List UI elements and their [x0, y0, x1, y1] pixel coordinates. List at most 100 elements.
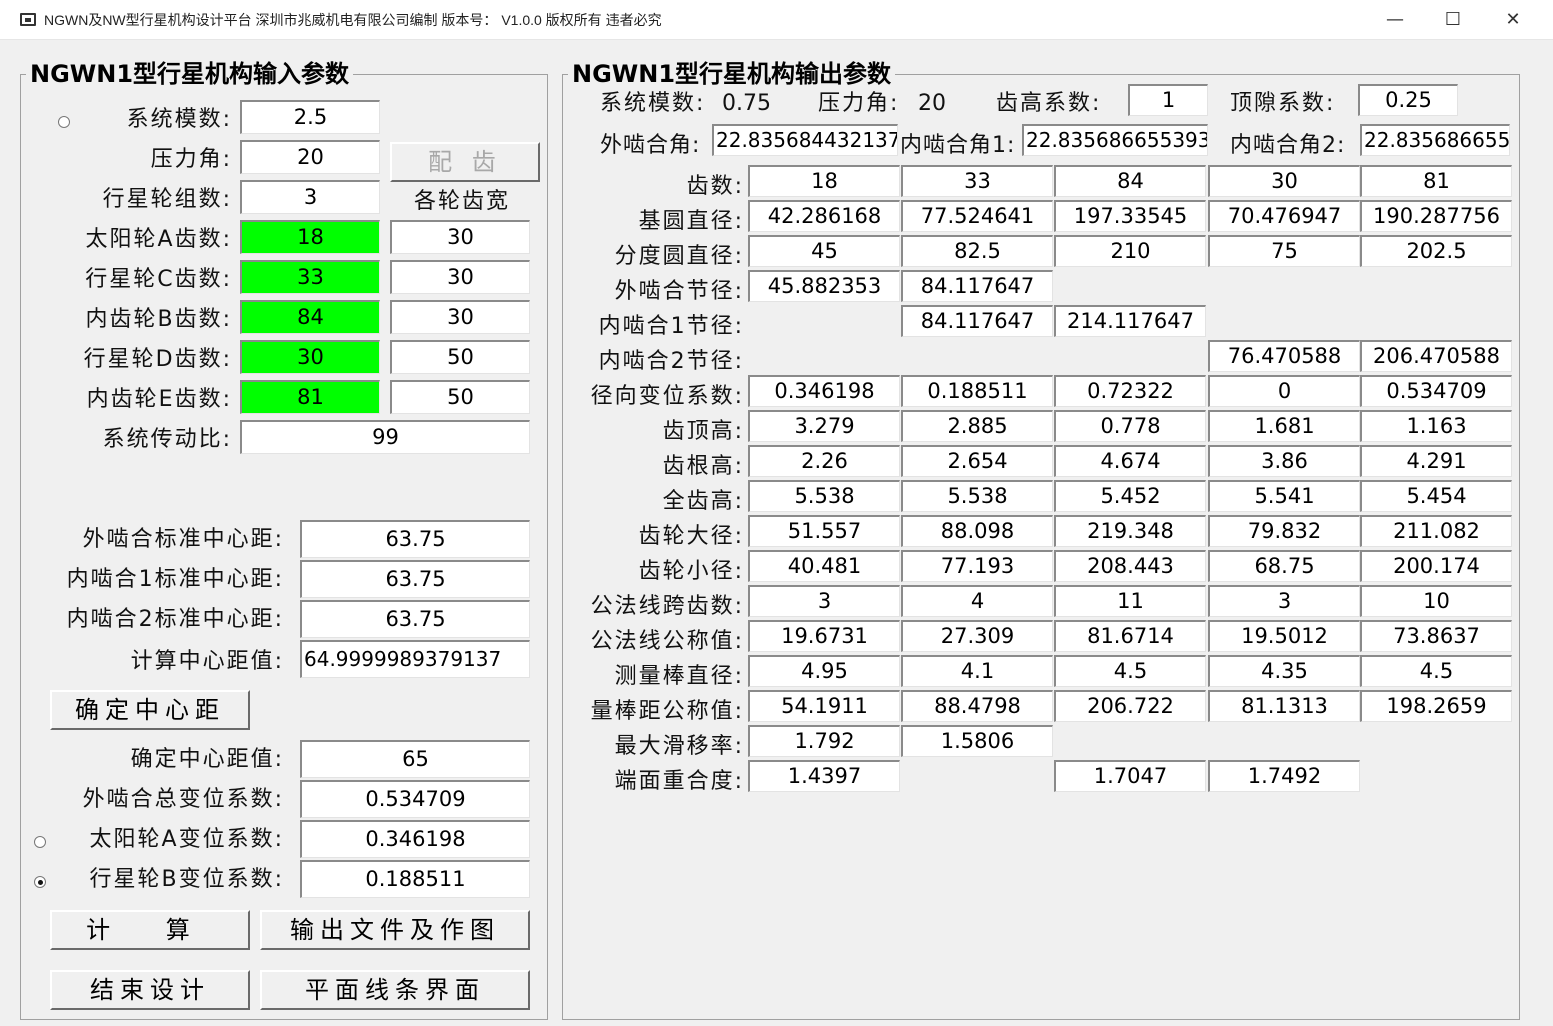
planet-shift-radio[interactable] [34, 876, 46, 888]
output-cell: 210 [1054, 235, 1206, 267]
output-cell [748, 305, 900, 337]
fixed-center-distance-input[interactable]: 65 [300, 740, 530, 778]
output-cell: 5.454 [1360, 480, 1512, 512]
output-cell: 4.5 [1054, 655, 1206, 687]
output-cell: 198.2659 [1360, 690, 1512, 722]
pressure-angle-input[interactable]: 20 [240, 140, 380, 174]
ring-gear-e-width-input[interactable]: 50 [390, 380, 530, 414]
output-cell: 70.476947 [1208, 200, 1360, 232]
sun-shift-input[interactable]: 0.346198 [300, 820, 530, 858]
confirm-center-distance-button[interactable]: 确定中心距 [50, 690, 250, 730]
ring-gear-b-teeth-input[interactable]: 84 [240, 300, 380, 334]
int2-mesh-angle-label: 内啮合角2: [1230, 133, 1346, 158]
calc-center-distance-label: 计算中心距值: [130, 649, 284, 674]
pressure-angle-label: 压力角: [150, 147, 232, 172]
output-cell: 54.1911 [748, 690, 900, 722]
planet-sets-label: 行星轮组数: [102, 187, 232, 212]
clearance-coef-input[interactable]: 0.25 [1358, 84, 1458, 116]
output-row-label: 量棒距公称值: [590, 699, 744, 724]
output-file-plot-button[interactable]: 输出文件及作图 [260, 910, 530, 950]
int2-mesh-angle-output: 22.835686655 [1360, 124, 1510, 156]
ring-gear-e-teeth-input[interactable]: 81 [240, 380, 380, 414]
output-cell [1360, 725, 1512, 757]
output-cell [1054, 340, 1206, 372]
addendum-coef-label: 齿高系数: [996, 91, 1102, 116]
output-cell: 1.163 [1360, 410, 1512, 442]
output-cell: 45 [748, 235, 900, 267]
clearance-coef-label: 顶隙系数: [1230, 91, 1336, 116]
output-row-label: 端面重合度: [614, 769, 744, 794]
output-cell: 4 [901, 585, 1053, 617]
output-cell: 0.534709 [1360, 375, 1512, 407]
output-row-label: 公法线公称值: [590, 629, 744, 654]
sun-gear-a-teeth-input[interactable]: 18 [240, 220, 380, 254]
int2-center-distance-label: 内啮合2标准中心距: [66, 607, 284, 632]
planet-gear-d-width-input[interactable]: 50 [390, 340, 530, 374]
plane-line-interface-button[interactable]: 平面线条界面 [260, 970, 530, 1010]
output-cell: 10 [1360, 585, 1512, 617]
output-module-label: 系统模数: [600, 91, 706, 116]
ring-gear-e-label: 内齿轮E齿数: [86, 387, 232, 412]
ext-center-distance-output: 63.75 [300, 520, 530, 558]
planet-gear-c-teeth-input[interactable]: 33 [240, 260, 380, 294]
output-cell: 4.35 [1208, 655, 1360, 687]
output-row-label: 齿根高: [662, 454, 744, 479]
output-cell: 81.1313 [1208, 690, 1360, 722]
output-cell: 4.1 [901, 655, 1053, 687]
output-cell: 2.654 [901, 445, 1053, 477]
output-cell: 0 [1208, 375, 1360, 407]
output-cell: 4.5 [1360, 655, 1512, 687]
output-cell: 81.6714 [1054, 620, 1206, 652]
gear-match-button[interactable]: 配 齿 [390, 142, 540, 182]
calculate-button[interactable]: 计 算 [50, 910, 250, 950]
sun-gear-a-label: 太阳轮A齿数: [85, 227, 232, 252]
addendum-coef-input[interactable]: 1 [1128, 84, 1208, 116]
output-cell: 5.538 [901, 480, 1053, 512]
output-row-label: 全齿高: [662, 489, 744, 514]
planet-sets-input[interactable]: 3 [240, 180, 380, 214]
sun-gear-a-width-input[interactable]: 30 [390, 220, 530, 254]
output-row-label: 公法线跨齿数: [590, 594, 744, 619]
output-cell [901, 340, 1053, 372]
output-cell: 19.5012 [1208, 620, 1360, 652]
output-cell: 1.7492 [1208, 760, 1360, 792]
ring-gear-b-width-input[interactable]: 30 [390, 300, 530, 334]
output-cell: 3 [748, 585, 900, 617]
output-cell: 202.5 [1360, 235, 1512, 267]
window-title: NGWN及NW型行星机构设计平台 深圳市兆威机电有限公司编制 版本号： V1.0… [44, 12, 662, 28]
title-bar: NGWN及NW型行星机构设计平台 深圳市兆威机电有限公司编制 版本号： V1.0… [0, 0, 1553, 40]
output-pressure-label: 压力角: [818, 91, 900, 116]
close-button[interactable]: ✕ [1484, 0, 1542, 40]
sun-shift-radio[interactable] [34, 836, 46, 848]
output-cell: 73.8637 [1360, 620, 1512, 652]
output-cell: 77.524641 [901, 200, 1053, 232]
end-design-button[interactable]: 结束设计 [50, 970, 250, 1010]
output-cell: 79.832 [1208, 515, 1360, 547]
output-cell: 2.26 [748, 445, 900, 477]
ring-gear-b-label: 内齿轮B齿数: [85, 307, 232, 332]
output-cell: 0.778 [1054, 410, 1206, 442]
output-cell [1360, 760, 1512, 792]
output-cell: 3 [1208, 585, 1360, 617]
output-cell: 0.346198 [748, 375, 900, 407]
output-cell [1054, 725, 1206, 757]
output-row-label: 齿数: [686, 174, 744, 199]
output-cell: 1.5806 [901, 725, 1053, 757]
output-cell: 0.188511 [901, 375, 1053, 407]
maximize-button[interactable]: ☐ [1424, 0, 1482, 40]
output-row-label: 最大滑移率: [614, 734, 744, 759]
output-cell: 208.443 [1054, 550, 1206, 582]
output-cell: 206.470588 [1360, 340, 1512, 372]
ext-center-distance-label: 外啮合标准中心距: [82, 527, 284, 552]
app-icon [20, 13, 36, 26]
planet-gear-c-width-input[interactable]: 30 [390, 260, 530, 294]
planet-gear-d-teeth-input[interactable]: 30 [240, 340, 380, 374]
output-cell: 51.557 [748, 515, 900, 547]
planet-shift-input[interactable]: 0.188511 [300, 860, 530, 898]
output-cell: 4.674 [1054, 445, 1206, 477]
output-cell: 1.4397 [748, 760, 900, 792]
sun-shift-label: 太阳轮A变位系数: [89, 827, 284, 852]
minimize-button[interactable]: — [1366, 0, 1424, 40]
output-cell: 27.309 [901, 620, 1053, 652]
module-input[interactable]: 2.5 [240, 100, 380, 134]
